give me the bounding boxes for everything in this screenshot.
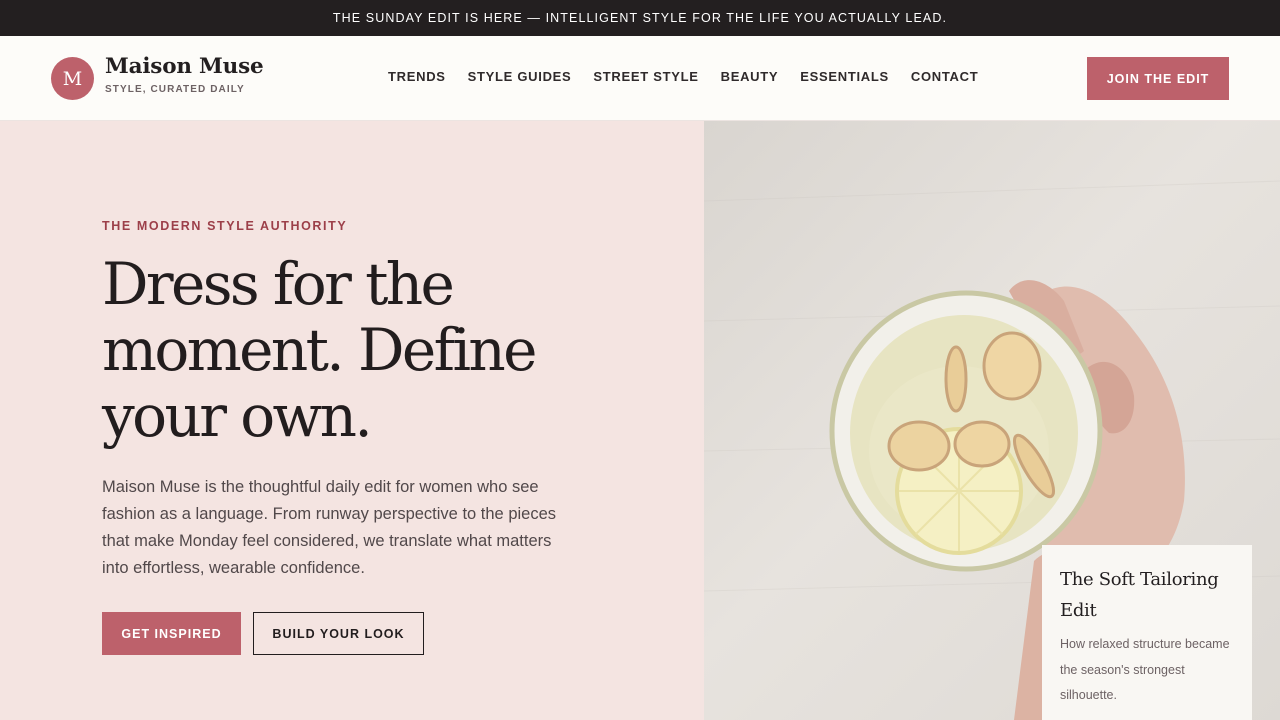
- announcement-text: THE SUNDAY EDIT IS HERE — INTELLIGENT ST…: [332, 11, 948, 25]
- nav-item-style-guides[interactable]: STYLE GUIDES: [468, 69, 572, 84]
- get-inspired-button[interactable]: GET INSPIRED: [102, 612, 241, 655]
- brand-tagline: STYLE, CURATED DAILY: [105, 84, 245, 95]
- feature-card[interactable]: The Soft Tailoring Edit How relaxed stru…: [1042, 545, 1252, 720]
- hero-eyebrow: THE MODERN STYLE AUTHORITY: [102, 219, 348, 233]
- nav-item-contact[interactable]: CONTACT: [911, 69, 978, 84]
- logo-mark-icon[interactable]: M: [51, 57, 94, 100]
- build-your-look-button[interactable]: BUILD YOUR LOOK: [253, 612, 424, 655]
- hero-copy: THE MODERN STYLE AUTHORITY Dress for the…: [0, 121, 704, 720]
- nav-item-trends[interactable]: TRENDS: [388, 69, 446, 84]
- hero-lede: Maison Muse is the thoughtful daily edit…: [102, 478, 557, 577]
- brand-name[interactable]: Maison Muse: [105, 54, 264, 79]
- feature-card-title[interactable]: The Soft Tailoring Edit: [1060, 564, 1234, 626]
- feature-card-text: How relaxed structure became the season'…: [1060, 637, 1230, 702]
- nav-item-street-style[interactable]: STREET STYLE: [593, 69, 698, 84]
- site-header: M Maison Muse STYLE, CURATED DAILY TREND…: [0, 36, 1280, 121]
- main-nav: TRENDS STYLE GUIDES STREET STYLE BEAUTY …: [388, 69, 1000, 84]
- announcement-bar: THE SUNDAY EDIT IS HERE — INTELLIGENT ST…: [0, 0, 1280, 36]
- join-the-edit-button[interactable]: JOIN THE EDIT: [1087, 57, 1229, 100]
- hero-headline: Dress for the moment. Define your own.: [102, 250, 538, 450]
- nav-item-essentials[interactable]: ESSENTIALS: [800, 69, 889, 84]
- nav-item-beauty[interactable]: BEAUTY: [721, 69, 779, 84]
